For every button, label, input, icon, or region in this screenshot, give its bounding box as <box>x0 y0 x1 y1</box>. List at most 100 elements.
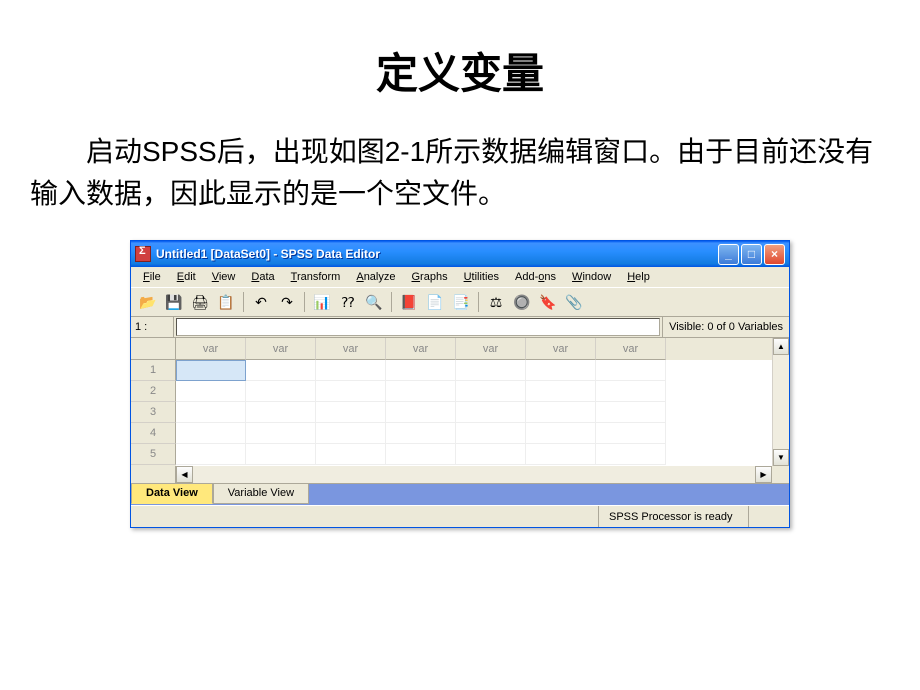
value-labels-icon[interactable]: 🔖 <box>537 291 559 313</box>
column-header[interactable]: var <box>246 338 316 360</box>
grid-cell[interactable] <box>246 402 316 423</box>
row-header[interactable]: 2 <box>131 381 176 402</box>
grid-cell[interactable] <box>526 444 596 465</box>
menu-analyze[interactable]: Analyze <box>348 269 403 285</box>
tab-data-view[interactable]: Data View <box>131 484 213 504</box>
cell-editor[interactable] <box>176 318 660 336</box>
data-grid: 1 2 3 4 5 var var var var var var var ▲ … <box>131 338 789 466</box>
grid-cell[interactable] <box>386 423 456 444</box>
grid-cell[interactable] <box>316 444 386 465</box>
scroll-track[interactable] <box>773 355 789 449</box>
cell-reference: 1 : <box>131 317 174 337</box>
grid-cell[interactable] <box>596 402 666 423</box>
document-paragraph: 启动SPSS后，出现如图2-1所示数据编辑窗口。由于目前还没有输入数据，因此显示… <box>30 131 890 215</box>
grid-cell[interactable] <box>176 381 246 402</box>
dialog-recall-icon[interactable]: 📋 <box>215 291 237 313</box>
menu-window[interactable]: Window <box>564 269 619 285</box>
grid-cell[interactable] <box>456 402 526 423</box>
row-header[interactable]: 1 <box>131 360 176 381</box>
undo-icon[interactable]: ↶ <box>250 291 272 313</box>
column-header[interactable]: var <box>316 338 386 360</box>
grid-cell[interactable] <box>176 360 246 381</box>
grid-cell[interactable] <box>526 360 596 381</box>
scroll-right-icon[interactable]: ▶ <box>755 466 772 483</box>
grid-cell[interactable] <box>316 381 386 402</box>
grid-cell[interactable] <box>246 381 316 402</box>
column-header[interactable]: var <box>456 338 526 360</box>
grid-cell[interactable] <box>386 402 456 423</box>
grid-cell[interactable] <box>316 360 386 381</box>
grid-cell[interactable] <box>526 423 596 444</box>
table-row <box>176 360 772 381</box>
select-cases-icon[interactable]: 🔘 <box>511 291 533 313</box>
row-header-column: 1 2 3 4 5 <box>131 338 176 466</box>
menu-utilities[interactable]: Utilities <box>456 269 507 285</box>
grid-cell[interactable] <box>456 381 526 402</box>
grid-cell[interactable] <box>596 360 666 381</box>
grid-cell[interactable] <box>316 423 386 444</box>
insert-case-icon[interactable]: 📕 <box>398 291 420 313</box>
menu-data[interactable]: Data <box>243 269 282 285</box>
column-header[interactable]: var <box>526 338 596 360</box>
weight-cases-icon[interactable]: ⚖ <box>485 291 507 313</box>
grid-cell[interactable] <box>526 381 596 402</box>
vertical-scrollbar[interactable]: ▲ ▼ <box>772 338 789 466</box>
insert-variable-icon[interactable]: 📄 <box>424 291 446 313</box>
grid-cell[interactable] <box>176 444 246 465</box>
window-title: Untitled1 [DataSet0] - SPSS Data Editor <box>156 247 718 261</box>
grid-cell[interactable] <box>596 423 666 444</box>
print-icon[interactable]: 🖨 <box>189 291 211 313</box>
grid-cell[interactable] <box>386 444 456 465</box>
row-header[interactable]: 5 <box>131 444 176 465</box>
grid-cell[interactable] <box>316 402 386 423</box>
app-icon <box>135 246 151 262</box>
minimize-button[interactable]: _ <box>718 244 739 265</box>
scroll-track[interactable] <box>193 466 755 483</box>
maximize-button[interactable]: □ <box>741 244 762 265</box>
close-button[interactable]: × <box>764 244 785 265</box>
goto-case-icon[interactable]: 📊 <box>311 291 333 313</box>
scroll-left-icon[interactable]: ◀ <box>176 466 193 483</box>
split-file-icon[interactable]: 📑 <box>450 291 472 313</box>
menu-view[interactable]: View <box>204 269 244 285</box>
row-header[interactable]: 3 <box>131 402 176 423</box>
scroll-corner <box>772 466 789 483</box>
grid-cell[interactable] <box>456 444 526 465</box>
grid-cell[interactable] <box>176 402 246 423</box>
horizontal-scrollbar[interactable]: ◀ ▶ <box>176 466 772 483</box>
use-sets-icon[interactable]: 📎 <box>563 291 585 313</box>
grid-cell[interactable] <box>176 423 246 444</box>
menu-addons[interactable]: Add-ons <box>507 269 564 285</box>
menu-help[interactable]: Help <box>619 269 658 285</box>
column-header[interactable]: var <box>386 338 456 360</box>
grid-cell[interactable] <box>526 402 596 423</box>
grid-cell[interactable] <box>596 444 666 465</box>
find-icon[interactable]: 🔍 <box>363 291 385 313</box>
grid-cell[interactable] <box>596 381 666 402</box>
menu-graphs[interactable]: Graphs <box>403 269 455 285</box>
menu-edit[interactable]: Edit <box>169 269 204 285</box>
tab-variable-view[interactable]: Variable View <box>213 484 309 504</box>
menu-transform[interactable]: Transform <box>283 269 349 285</box>
row-header[interactable]: 4 <box>131 423 176 444</box>
variables-icon[interactable]: ⁇ <box>337 291 359 313</box>
scroll-down-icon[interactable]: ▼ <box>773 449 789 466</box>
column-header[interactable]: var <box>596 338 666 360</box>
column-header[interactable]: var <box>176 338 246 360</box>
open-icon[interactable]: 📂 <box>137 291 159 313</box>
grid-cell[interactable] <box>246 423 316 444</box>
table-row <box>176 423 772 444</box>
toolbar-separator <box>391 292 392 312</box>
window-titlebar[interactable]: Untitled1 [DataSet0] - SPSS Data Editor … <box>131 241 789 267</box>
toolbar: 📂 💾 🖨 📋 ↶ ↷ 📊 ⁇ 🔍 📕 📄 📑 ⚖ 🔘 🔖 📎 <box>131 287 789 316</box>
grid-cell[interactable] <box>456 360 526 381</box>
menu-file[interactable]: File <box>135 269 169 285</box>
grid-cell[interactable] <box>456 423 526 444</box>
save-icon[interactable]: 💾 <box>163 291 185 313</box>
grid-cell[interactable] <box>246 444 316 465</box>
grid-cell[interactable] <box>386 381 456 402</box>
grid-cell[interactable] <box>246 360 316 381</box>
scroll-up-icon[interactable]: ▲ <box>773 338 789 355</box>
redo-icon[interactable]: ↷ <box>276 291 298 313</box>
grid-cell[interactable] <box>386 360 456 381</box>
